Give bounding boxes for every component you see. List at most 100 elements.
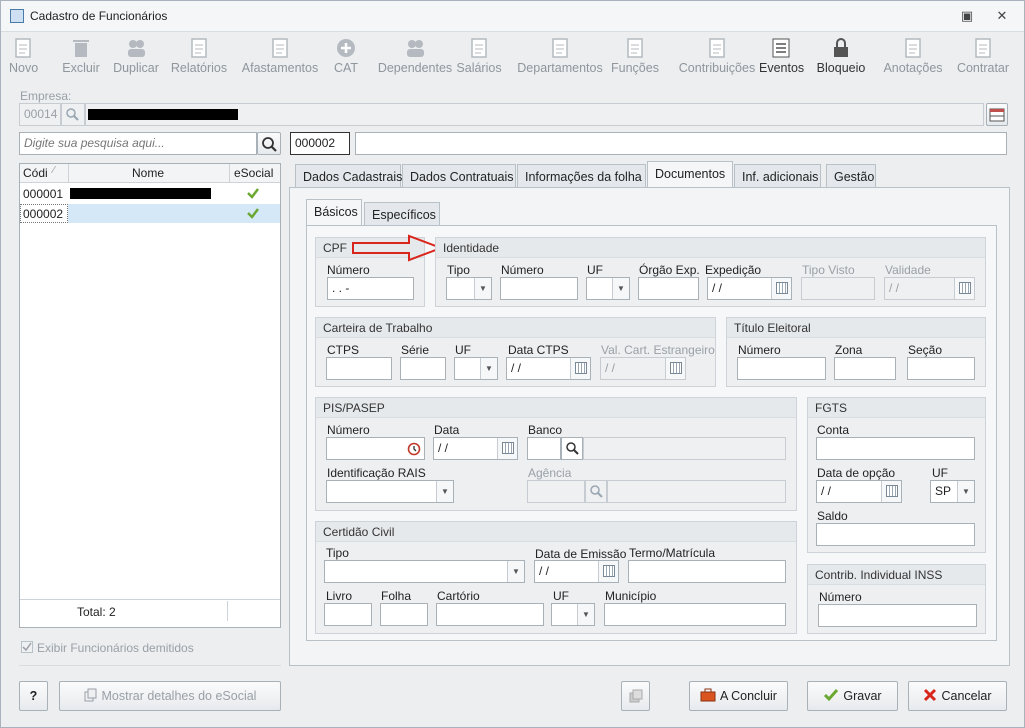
chevron-down-icon[interactable]: ▼ <box>436 481 453 502</box>
toolbar-anotacoes-button[interactable]: Anotações <box>881 33 945 81</box>
identidade-orgao-input[interactable] <box>638 277 699 300</box>
ctps-uf-label: UF <box>455 343 471 357</box>
calendar-icon[interactable] <box>497 438 517 459</box>
cpf-numero-input[interactable]: . . - <box>327 277 414 300</box>
employee-name-field[interactable] <box>355 132 1007 155</box>
fgts-data-opcao-label: Data de opção <box>817 466 896 480</box>
chevron-down-icon[interactable]: ▼ <box>957 481 974 502</box>
table-row[interactable]: 000001 <box>20 184 280 203</box>
certidao-uf-select[interactable]: ▼ <box>551 603 595 626</box>
search-button[interactable] <box>257 132 281 155</box>
history-icon[interactable] <box>406 441 422 457</box>
calendar-icon[interactable] <box>598 561 618 582</box>
certidao-termo-input[interactable] <box>628 560 786 583</box>
tab-dados-contratuais[interactable]: Dados Contratuais <box>402 164 516 188</box>
help-button[interactable]: ? <box>19 681 48 711</box>
employee-code-field[interactable]: 000002 <box>290 132 350 155</box>
empresa-code-field: 00014 <box>19 103 61 126</box>
pis-banco-search[interactable] <box>561 437 583 460</box>
ctps-input[interactable] <box>326 357 392 380</box>
toolbar-eventos-button[interactable]: Eventos <box>759 33 804 81</box>
chevron-down-icon[interactable]: ▼ <box>577 604 594 625</box>
chevron-down-icon[interactable]: ▼ <box>480 358 497 379</box>
titulo-secao-input[interactable] <box>907 357 975 380</box>
certidao-folha-label: Folha <box>381 589 412 603</box>
toolbar-contribuicoes-button[interactable]: Contribuições <box>669 33 765 81</box>
toolbar-funcoes-button[interactable]: Funções <box>609 33 661 81</box>
close-button[interactable]: ✕ <box>994 8 1010 24</box>
ctps-uf-select[interactable]: ▼ <box>454 357 498 380</box>
column-header-name[interactable]: Nome <box>132 166 164 180</box>
certidao-tipo-select[interactable]: ▼ <box>324 560 525 583</box>
calendar-icon[interactable] <box>771 278 791 299</box>
inss-numero-input[interactable] <box>818 604 977 627</box>
calendar-icon[interactable] <box>881 481 901 502</box>
tab-documentos[interactable]: Documentos <box>647 161 733 188</box>
tab-gestao[interactable]: Gestão <box>826 164 876 188</box>
search-input[interactable]: Digite sua pesquisa aqui... <box>19 132 257 155</box>
certidao-folha-input[interactable] <box>380 603 428 626</box>
toolbar-novo-button[interactable]: Novo <box>9 33 38 81</box>
certidao-data-emissao-date[interactable]: / / <box>534 560 619 583</box>
titulo-numero-input[interactable] <box>737 357 826 380</box>
certidao-municipio-input[interactable] <box>604 603 786 626</box>
cancelar-button[interactable]: Cancelar <box>908 681 1007 711</box>
titulo-zona-input[interactable] <box>834 357 896 380</box>
certidao-cartorio-label: Cartório <box>437 589 480 603</box>
identidade-expedicao-date[interactable]: / / <box>707 277 792 300</box>
toolbar-salarios-button[interactable]: Salários <box>455 33 503 81</box>
row-code: 000001 <box>23 187 64 201</box>
chevron-down-icon[interactable]: ▼ <box>612 278 629 299</box>
search-placeholder: Digite sua pesquisa aqui... <box>24 136 165 150</box>
tab-inf-adicionais[interactable]: Inf. adicionais <box>734 164 821 188</box>
ctps-data-date[interactable]: / / <box>506 357 591 380</box>
identidade-tipo-select[interactable]: ▼ <box>446 277 492 300</box>
pis-data-date[interactable]: / / <box>433 437 518 460</box>
toolbar-bloqueio-button[interactable]: Bloqueio <box>815 33 867 81</box>
gravar-button[interactable]: Gravar <box>807 681 898 711</box>
toolbar-excluir-button[interactable]: Excluir <box>59 33 103 81</box>
toolbar-cat-button[interactable]: CAT <box>331 33 361 81</box>
subtab-especificos[interactable]: Específicos <box>364 202 440 226</box>
column-header-code[interactable]: Códi <box>23 166 48 180</box>
certidao-municipio-label: Município <box>605 589 657 603</box>
restore-button[interactable]: ▣ <box>959 8 975 24</box>
toolbar-dependentes-button[interactable]: Dependentes <box>371 33 459 81</box>
pis-agencia-name <box>607 480 786 503</box>
table-row-selected[interactable]: 000002 <box>20 204 280 223</box>
date-value: / / <box>712 281 723 295</box>
column-header-esocial[interactable]: eSocial <box>234 166 273 180</box>
identidade-numero-input[interactable] <box>500 277 578 300</box>
chevron-down-icon[interactable]: ▼ <box>507 561 524 582</box>
toolbar-label: Duplicar <box>113 61 159 75</box>
toolbar-contratar-button[interactable]: Contratar <box>953 33 1013 81</box>
redacted-employee-name <box>70 188 211 199</box>
certidao-cartorio-input[interactable] <box>436 603 544 626</box>
fgts-conta-input[interactable] <box>816 437 975 460</box>
fgts-uf-select[interactable]: SP ▼ <box>930 480 975 503</box>
subtab-basicos[interactable]: Básicos <box>306 199 362 226</box>
toolbar-duplicar-button[interactable]: Duplicar <box>109 33 163 81</box>
toolbar-departamentos-button[interactable]: Departamentos <box>511 33 609 81</box>
identidade-orgao-label: Órgão Exp. <box>639 263 700 277</box>
fgts-data-opcao-date[interactable]: / / <box>816 480 902 503</box>
toolbar-afastamentos-button[interactable]: Afastamentos <box>237 33 323 81</box>
tab-informacoes-da-folha[interactable]: Informações da folha <box>517 164 646 188</box>
pis-numero-input[interactable] <box>326 437 425 460</box>
pis-numero-label: Número <box>327 423 370 437</box>
chevron-down-icon[interactable]: ▼ <box>474 278 491 299</box>
empresa-table-button[interactable] <box>986 103 1008 126</box>
show-dismissed-checkbox[interactable] <box>21 641 33 653</box>
tab-dados-cadastrais[interactable]: Dados Cadastrais <box>295 164 402 188</box>
identidade-uf-select[interactable]: ▼ <box>586 277 630 300</box>
concluir-button[interactable]: A Concluir <box>689 681 788 711</box>
desk-icon <box>552 38 568 58</box>
ctps-serie-input[interactable] <box>400 357 446 380</box>
fgts-saldo-input[interactable] <box>816 523 975 546</box>
certidao-livro-input[interactable] <box>324 603 372 626</box>
pis-rais-select[interactable]: ▼ <box>326 480 454 503</box>
toolbar: Novo Excluir Duplicar Relatórios Afastamento… <box>9 33 1017 81</box>
toolbar-relatorios-button[interactable]: Relatórios <box>169 33 229 81</box>
pis-banco-code[interactable] <box>527 437 561 460</box>
calendar-icon[interactable] <box>570 358 590 379</box>
